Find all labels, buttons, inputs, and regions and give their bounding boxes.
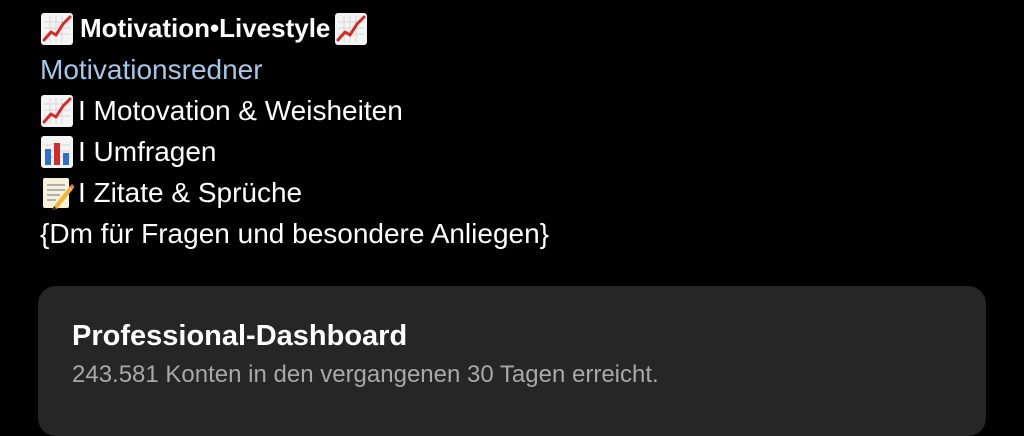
memo-icon [40, 176, 74, 210]
professional-dashboard-card[interactable]: Professional-Dashboard 243.581 Konten in… [38, 286, 986, 436]
profile-category[interactable]: Motivationsredner [40, 49, 1000, 90]
bio-line-text: I Umfragen [78, 135, 217, 167]
bio-line-zitate: I Zitate & Sprüche [40, 172, 1000, 213]
bio-line-text: I Zitate & Sprüche [78, 176, 303, 208]
dashboard-title: Professional-Dashboard [72, 320, 408, 352]
bio-line-text: I Motovation & Weisheiten [78, 94, 403, 126]
bio-line-motivation: I Motovation & Weisheiten [40, 90, 1000, 131]
dashboard-subtitle: 243.581 Konten in den vergangenen 30 Tag… [72, 361, 659, 388]
chart-increasing-icon [40, 94, 74, 128]
profile-title: Motivation•Livestyle [80, 13, 331, 43]
chart-increasing-icon [40, 12, 74, 46]
category-label[interactable]: Motivationsredner [40, 54, 263, 86]
bio-line-dm: {Dm für Fragen und besondere Anliegen} [40, 213, 1000, 254]
bio-line-text: {Dm für Fragen und besondere Anliegen} [40, 217, 550, 249]
chart-increasing-icon [334, 12, 368, 46]
bio-line-umfragen: I Umfragen [40, 131, 1000, 172]
profile-bio: Motivation•Livestyle Motivationsredner I… [40, 8, 1000, 254]
bar-chart-icon [40, 135, 74, 169]
profile-title-line: Motivation•Livestyle [40, 8, 1000, 49]
